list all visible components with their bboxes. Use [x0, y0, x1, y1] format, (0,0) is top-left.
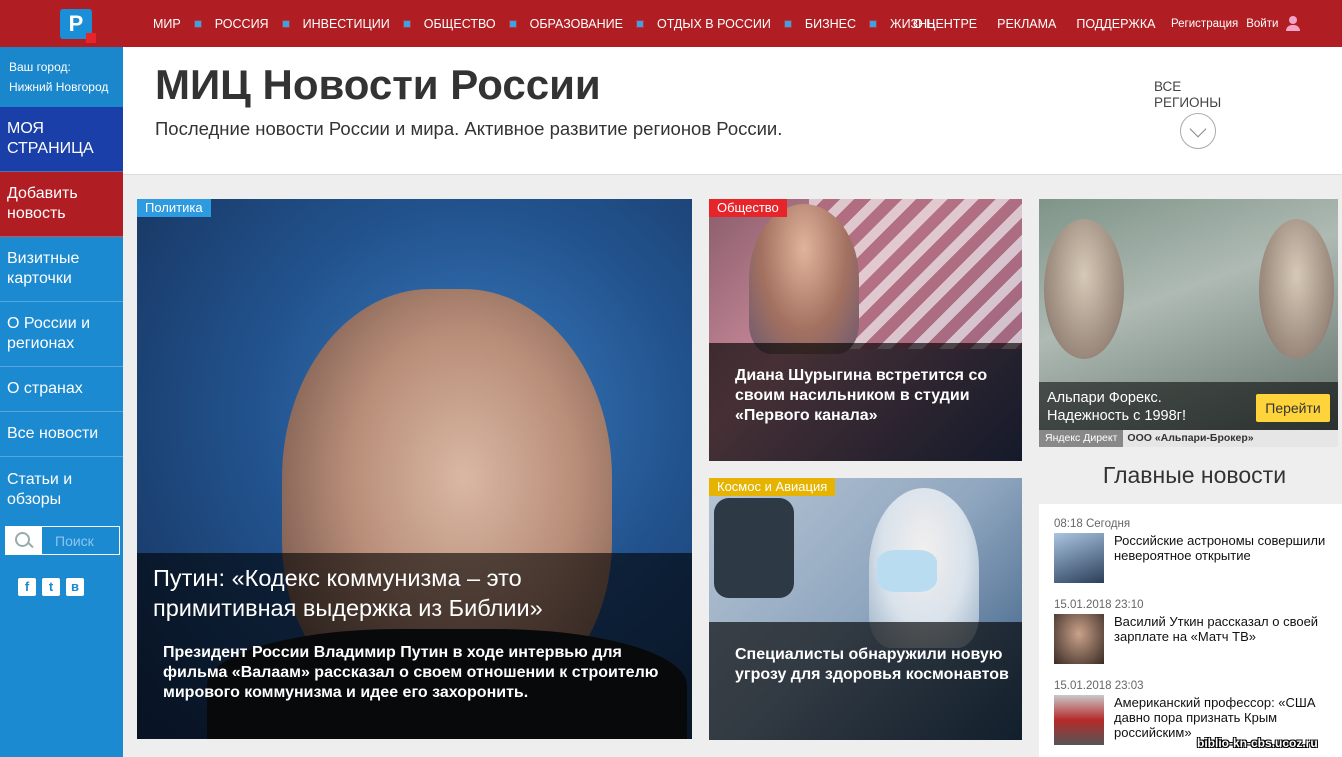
watermark: biblio-kn-cbs.ucoz.ru [1197, 736, 1318, 750]
ad-go-button[interactable]: Перейти [1256, 394, 1330, 422]
ad-org-label: ООО «Альпари-Брокер» [1127, 432, 1254, 444]
city-selector[interactable]: Ваш город: Нижний Новгород [0, 47, 123, 107]
news-thumbnail[interactable] [1054, 695, 1104, 745]
list-item[interactable]: 15.01.2018 23:10 Василий Уткин рассказал… [1054, 599, 1334, 664]
nav-about[interactable]: О ЦЕНТРЕ [913, 17, 977, 31]
story-photo [749, 204, 859, 354]
secondary-nav: О ЦЕНТРЕ РЕКЛАМА ПОДДЕРЖКА [913, 0, 1155, 47]
story-title[interactable]: Диана Шурыгина встретится со своим насил… [735, 366, 1015, 426]
sidebar-item-my-page[interactable]: МОЯ СТРАНИЦА [0, 107, 123, 172]
sidebar-item-russia-regions[interactable]: О России и регионах [0, 302, 123, 367]
sidebar-item-label: МОЯ СТРАНИЦА [7, 120, 94, 157]
category-tag[interactable]: Космос и Авиация [709, 478, 836, 496]
sidebar-item-countries[interactable]: О странах [0, 367, 123, 412]
main-news-list: 08:18 Сегодня Российские астрономы совер… [1039, 504, 1342, 757]
search-input[interactable] [42, 527, 119, 554]
ad-photo-person-left [1044, 219, 1124, 359]
sidebar-item-label: Визитные карточки [7, 250, 80, 287]
nav-item-travel[interactable]: ОТДЫХ В РОССИИ [657, 17, 771, 31]
social-links: f t в [18, 578, 84, 596]
user-icon[interactable] [1286, 15, 1301, 32]
sidebar-item-label: О России и регионах [7, 315, 91, 352]
nav-separator [509, 20, 516, 27]
sidebar-item-all-news[interactable]: Все новости [0, 412, 123, 457]
auth-links: Регистрация Войти [1171, 0, 1301, 47]
story-card-society[interactable]: Общество Диана Шурыгина встретится со св… [709, 199, 1022, 461]
nav-item-investments[interactable]: ИНВЕСТИЦИИ [303, 17, 390, 31]
nav-item-education[interactable]: ОБРАЗОВАНИЕ [530, 17, 623, 31]
facebook-icon[interactable]: f [18, 578, 36, 596]
chevron-down-icon[interactable] [1180, 113, 1216, 149]
site-subtitle: Последние новости России и мира. Активно… [155, 118, 783, 139]
nav-item-society[interactable]: ОБЩЕСТВО [424, 17, 496, 31]
sidebar-item-business-cards[interactable]: Визитные карточки [0, 237, 123, 302]
login-link[interactable]: Войти [1246, 18, 1278, 30]
ad-text[interactable]: Альпари Форекс. Надежность с 1998г! [1047, 389, 1227, 425]
category-tag[interactable]: Политика [137, 199, 211, 217]
site-logo[interactable]: Р [60, 9, 96, 43]
nav-separator [403, 20, 410, 27]
register-link[interactable]: Регистрация [1171, 18, 1238, 30]
nav-separator [784, 20, 791, 27]
vkontakte-icon[interactable]: в [66, 578, 84, 596]
nav-advertising[interactable]: РЕКЛАМА [997, 17, 1056, 31]
main-story-lead: Президент России Владимир Путин в ходе и… [163, 644, 659, 701]
site-title[interactable]: МИЦ Новости России [155, 61, 601, 109]
nav-separator [870, 20, 877, 27]
ad-network-label[interactable]: Яндекс Директ [1039, 430, 1124, 447]
sidebar-item-articles[interactable]: Статьи и обзоры [0, 457, 123, 522]
top-navigation-bar: Р МИР РОССИЯ ИНВЕСТИЦИИ ОБЩЕСТВО ОБРАЗОВ… [0, 0, 1342, 47]
sidebar-item-add-news[interactable]: Добавить новость [0, 172, 123, 237]
list-item[interactable]: 08:18 Сегодня Российские астрономы совер… [1054, 518, 1334, 583]
twitter-icon[interactable]: t [42, 578, 60, 596]
city-label: Ваш город: [9, 60, 71, 74]
story-card-space[interactable]: Космос и Авиация Специалисты обнаружили … [709, 478, 1022, 740]
nav-item-russia[interactable]: РОССИЯ [215, 17, 269, 31]
nav-support[interactable]: ПОДДЕРЖКА [1076, 17, 1155, 31]
sidebar-item-label: Статьи и обзоры [7, 470, 73, 508]
ad-photo-person-right [1259, 219, 1334, 359]
advertisement[interactable]: Альпари Форекс. Надежность с 1998г! Пере… [1039, 199, 1338, 447]
nav-separator [636, 20, 643, 27]
news-headline[interactable]: Василий Уткин рассказал о своей зарплате… [1104, 614, 1334, 664]
story-title[interactable]: Специалисты обнаружили новую угрозу для … [735, 645, 1015, 685]
news-time: 15.01.2018 23:03 [1054, 680, 1144, 692]
nav-item-world[interactable]: МИР [153, 17, 181, 31]
story-photo-equipment [714, 498, 794, 598]
logo-area: Р [0, 0, 123, 47]
story-photo-detail [877, 550, 937, 592]
news-time: 08:18 Сегодня [1054, 518, 1131, 530]
main-story-title[interactable]: Путин: «Кодекс коммунизма – это примитив… [153, 563, 633, 623]
category-tag[interactable]: Общество [709, 199, 787, 217]
sidebar-item-label: Добавить новость [7, 185, 78, 222]
left-sidebar: Ваш город: Нижний Новгород МОЯ СТРАНИЦА … [0, 47, 123, 757]
nav-separator [194, 20, 201, 27]
city-value[interactable]: Нижний Новгород [9, 77, 114, 97]
regions-line-1: ВСЕ [1154, 79, 1182, 94]
nav-item-business[interactable]: БИЗНЕС [805, 17, 856, 31]
sidebar-item-label: Все новости [7, 425, 99, 442]
all-regions-link[interactable]: ВСЕ РЕГИОНЫ [1154, 79, 1221, 111]
main-story-card[interactable]: Политика Путин: «Кодекс коммунизма – это… [137, 199, 692, 739]
news-headline[interactable]: Российские астрономы совершили невероятн… [1104, 533, 1334, 583]
search-box [5, 526, 120, 555]
regions-line-2: РЕГИОНЫ [1154, 95, 1222, 110]
main-nav: МИР РОССИЯ ИНВЕСТИЦИИ ОБЩЕСТВО ОБРАЗОВАН… [153, 0, 935, 47]
nav-separator [282, 20, 289, 27]
news-thumbnail[interactable] [1054, 614, 1104, 664]
ad-footer: Яндекс Директ ООО «Альпари-Брокер» [1039, 430, 1338, 447]
search-icon[interactable] [6, 527, 42, 554]
site-header: МИЦ Новости России Последние новости Рос… [123, 47, 1342, 175]
main-news-heading: Главные новости [1102, 462, 1287, 488]
news-time: 15.01.2018 23:10 [1054, 599, 1144, 611]
news-thumbnail[interactable] [1054, 533, 1104, 583]
sidebar-item-label: О странах [7, 380, 83, 397]
